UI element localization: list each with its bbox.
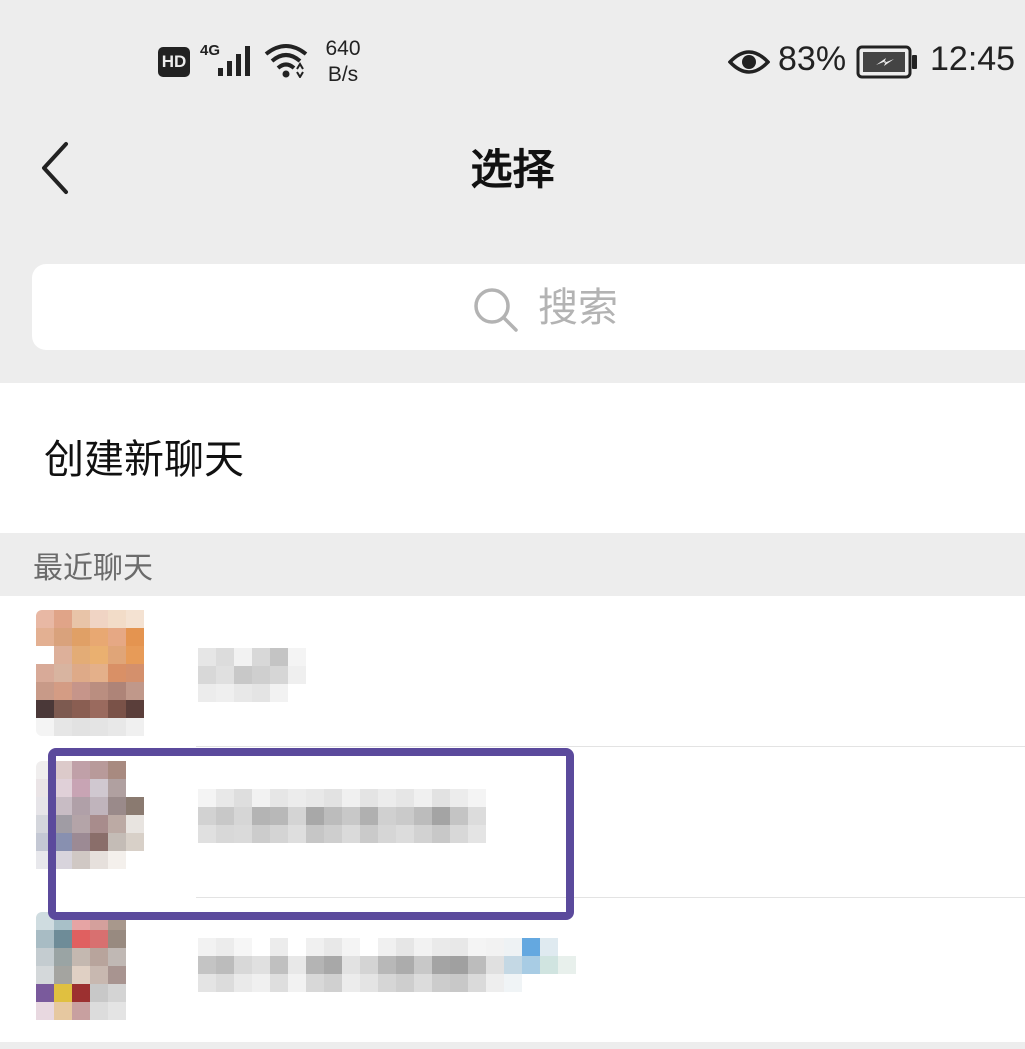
- network-speed-unit: B/s: [327, 63, 359, 86]
- network-speed: 640 B/s: [318, 36, 368, 88]
- avatar: [36, 912, 162, 1038]
- network-speed-value: 640: [325, 37, 361, 60]
- battery-percent: 83%: [778, 40, 847, 78]
- clock: 12:45: [930, 40, 1016, 78]
- recent-chat-list: [0, 596, 1025, 1042]
- eye-icon: [728, 50, 770, 74]
- signal-icon: [218, 46, 250, 76]
- page-title: 选择: [470, 145, 555, 194]
- status-bar: HD 4G 640 B/s 83% 12:45: [0, 0, 1025, 120]
- create-new-chat-label: 创建新聊天: [44, 437, 244, 483]
- search-placeholder: 搜索: [538, 285, 618, 331]
- chat-list-item[interactable]: [0, 596, 1025, 747]
- chat-list-item[interactable]: [0, 898, 1025, 1049]
- battery-charging-icon: [856, 45, 917, 79]
- avatar: [36, 610, 162, 736]
- chat-name-redacted: [198, 648, 306, 702]
- network-type: 4G: [200, 42, 221, 59]
- wifi-icon: [264, 44, 308, 78]
- recent-chats-header: 最近聊天: [33, 551, 153, 586]
- search-icon: [474, 288, 518, 332]
- chat-name-redacted: [198, 789, 486, 843]
- avatar: [36, 761, 162, 887]
- search-input[interactable]: [32, 264, 1025, 350]
- hd-badge: HD: [158, 47, 190, 77]
- chat-list-item[interactable]: [0, 747, 1025, 898]
- chat-name-redacted: [198, 938, 576, 992]
